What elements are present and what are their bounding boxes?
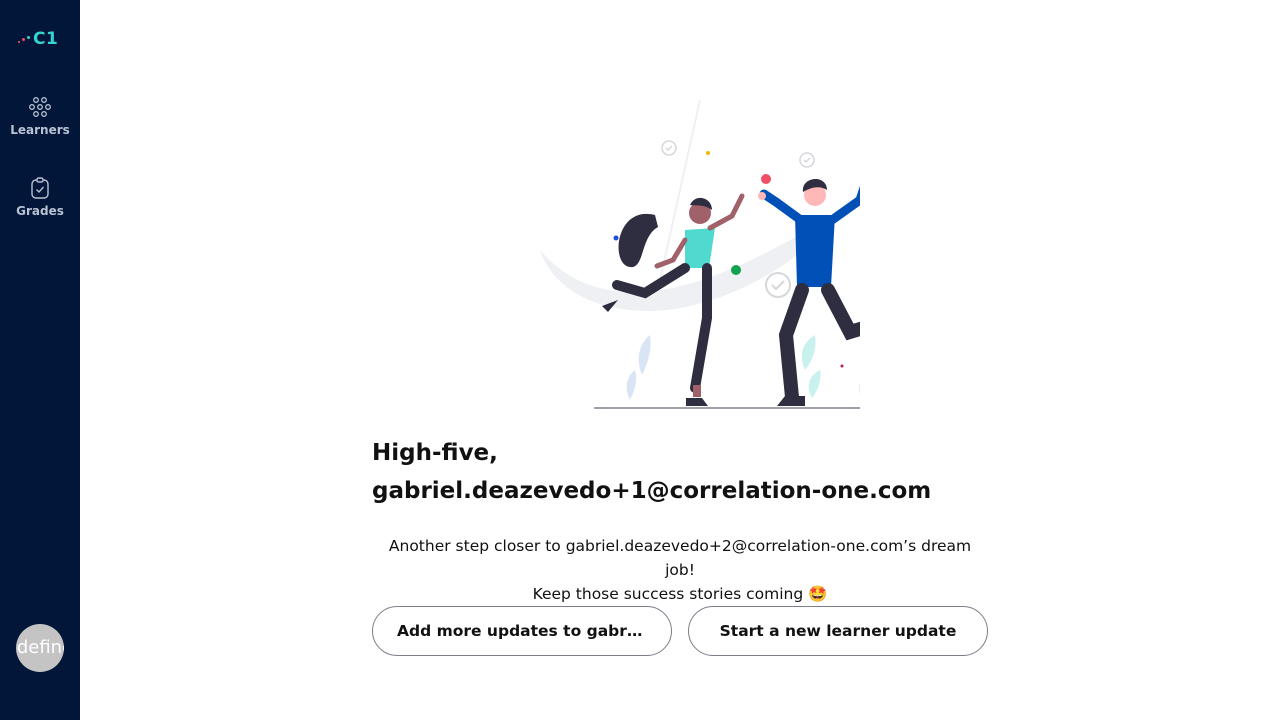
clipboard-check-icon bbox=[31, 177, 49, 199]
sidebar-item-grades[interactable]: Grades bbox=[0, 176, 80, 218]
sidebar-item-learners[interactable]: Learners bbox=[0, 95, 80, 137]
avatar-text: undefined bbox=[16, 637, 64, 658]
avatar[interactable]: undefined bbox=[16, 624, 64, 672]
people-group-icon bbox=[29, 97, 51, 117]
page-title: High-five, gabriel.deazevedo+1@correlati… bbox=[372, 440, 932, 504]
start-new-update-button[interactable]: Start a new learner update bbox=[688, 606, 988, 656]
main-content: High-five, gabriel.deazevedo+1@correlati… bbox=[80, 0, 1280, 720]
sidebar-item-label: Learners bbox=[10, 123, 70, 137]
logo-text: C1 bbox=[33, 29, 59, 49]
add-more-updates-button[interactable]: Add more updates to gabriel.deazevedo+2@… bbox=[372, 606, 672, 656]
sidebar: C1 Learners Grades undefined bbox=[0, 0, 80, 720]
sidebar-item-label: Grades bbox=[16, 204, 64, 218]
subtitle-text: Another step closer to gabriel.deazevedo… bbox=[372, 534, 988, 606]
logo-dots bbox=[18, 35, 30, 43]
high-five-illustration bbox=[540, 100, 860, 409]
subtitle-line-1: Another step closer to gabriel.deazevedo… bbox=[388, 537, 972, 579]
start-new-update-label: Start a new learner update bbox=[719, 622, 957, 640]
add-more-updates-label: Add more updates to gabriel.deazevedo+2@… bbox=[397, 622, 647, 640]
subtitle-line-2: Keep those success stories coming 🤩 bbox=[532, 585, 828, 603]
c1-logo[interactable]: C1 bbox=[18, 28, 64, 50]
